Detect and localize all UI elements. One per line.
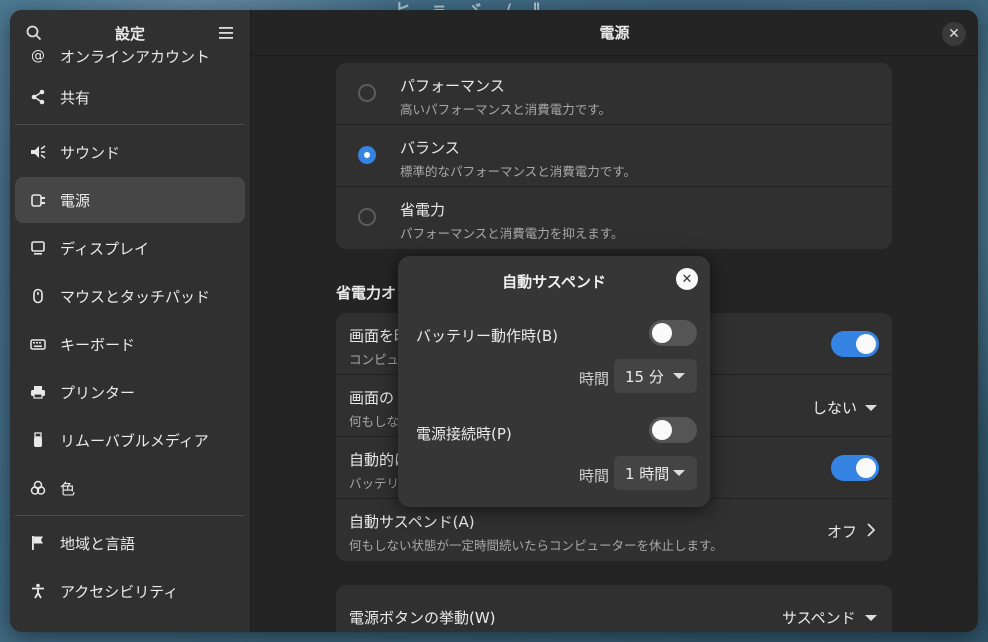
power-mode-card: パフォーマンス 高いパフォーマンスと消費電力です。 バランス 標準的なパフォーマ…	[336, 63, 892, 249]
display-icon	[29, 239, 47, 257]
switch-knob	[652, 323, 672, 343]
power-mode-row-power-saver[interactable]: 省電力 パフォーマンスと消費電力を抑えます。	[336, 187, 892, 249]
sidebar-item-label: サウンド	[60, 143, 121, 162]
sidebar-item-label: 色	[60, 479, 76, 498]
row-title: パフォーマンス	[400, 77, 505, 95]
auto-suspend-dialog: 自動サスペンド ✕ バッテリー動作時(B) 時間 15 分 電源接続時(P) 時…	[398, 256, 710, 507]
flag-icon	[29, 534, 47, 552]
radio-button-selected[interactable]	[358, 146, 376, 164]
sidebar-item-removable-media[interactable]: リムーバブルメディア	[15, 417, 245, 463]
chevron-down-icon	[865, 405, 877, 411]
radio-button[interactable]	[358, 208, 376, 226]
row-subtitle: 高いパフォーマンスと消費電力です。	[400, 102, 612, 117]
row-title: 省電力	[400, 201, 446, 219]
usb-icon	[29, 431, 47, 449]
dialog-title: 自動サスペンド	[502, 273, 606, 291]
chevron-right-icon	[867, 523, 876, 537]
mouse-icon	[29, 287, 47, 305]
auto-suspend-value: オフ	[827, 523, 858, 541]
chevron-down-icon	[673, 470, 685, 476]
power-button-card: 電源ボタンの挙動(W) サスペンド	[336, 585, 892, 632]
power-button-row[interactable]: 電源ボタンの挙動(W) サスペンド	[336, 585, 892, 632]
battery-suspend-switch[interactable]	[649, 320, 697, 346]
dropdown-value: 15 分	[625, 367, 664, 386]
sidebar-item-power[interactable]: 電源	[15, 177, 245, 223]
keyboard-icon	[29, 335, 47, 353]
row-title: バランス	[400, 139, 460, 157]
close-icon: ✕	[681, 271, 693, 287]
auto-suspend-row[interactable]: 自動サスペンド(A) 何もしない状態が一定時間続いたらコンピューターを休止します…	[336, 499, 892, 561]
sidebar-item-mouse[interactable]: マウスとタッチパッド	[15, 273, 245, 319]
sidebar-item-label: 地域と言語	[60, 534, 136, 553]
dim-screen-switch[interactable]	[831, 331, 879, 357]
printer-icon	[29, 383, 47, 401]
section-title-power-saving: 省電力オ	[336, 284, 397, 302]
plugged-in-time-dropdown[interactable]: 1 時間	[614, 456, 697, 490]
sidebar-item-label: オンラインアカウント	[60, 47, 211, 66]
chevron-down-icon	[673, 373, 685, 379]
close-icon: ✕	[948, 26, 960, 42]
window-close-button[interactable]: ✕	[942, 22, 966, 46]
sidebar-item-label: アクセシビリティ	[60, 582, 179, 601]
plugged-in-label: 電源接続時(P)	[416, 425, 512, 443]
sidebar-item-label: マウスとタッチパッド	[60, 287, 211, 306]
sidebar-item-label: 電源	[60, 191, 91, 210]
accessibility-icon	[29, 582, 47, 600]
row-title: 自動サスペンド(A)	[349, 513, 475, 531]
row-subtitle: 何もしない状態が一定時間続いたらコンピューターを休止します。	[349, 538, 723, 553]
battery-time-label: 時間	[579, 370, 610, 388]
battery-time-dropdown[interactable]: 15 分	[614, 359, 697, 393]
row-subtitle: 何もしな	[349, 414, 400, 429]
row-subtitle: 標準的なパフォーマンスと消費電力です。	[400, 164, 637, 179]
sidebar-item-accessibility[interactable]: アクセシビリティ	[15, 568, 245, 614]
sidebar-item-label: プリンター	[60, 383, 136, 402]
sidebar-item-label: ディスプレイ	[60, 239, 149, 258]
battery-label: バッテリー動作時(B)	[416, 327, 558, 345]
sidebar-item-sound[interactable]: サウンド	[15, 129, 245, 175]
switch-knob	[856, 458, 876, 478]
chevron-down-icon	[865, 615, 877, 621]
sidebar: 設定 @ オンラインアカウント 共有 サウンド 電源 ディスプレイ マウスとタッ…	[10, 10, 251, 632]
radio-button[interactable]	[358, 84, 376, 102]
plugged-in-time-label: 時間	[579, 467, 610, 485]
at-icon: @	[31, 48, 45, 64]
sidebar-item-label: リムーバブルメディア	[60, 431, 209, 450]
sidebar-item-region-language[interactable]: 地域と言語	[15, 520, 245, 566]
dropdown-value: 1 時間	[625, 464, 670, 483]
sidebar-separator	[15, 515, 245, 516]
sidebar-list: @ オンラインアカウント 共有 サウンド 電源 ディスプレイ マウスとタッチパッ…	[10, 40, 250, 616]
power-mode-row-balanced[interactable]: バランス 標準的なパフォーマンスと消費電力です。	[336, 125, 892, 187]
sidebar-item-color[interactable]: 色	[15, 465, 245, 511]
sidebar-item-online-accounts[interactable]: @ オンラインアカウント	[15, 40, 245, 72]
sidebar-item-display[interactable]: ディスプレイ	[15, 225, 245, 271]
dialog-close-button[interactable]: ✕	[676, 268, 698, 290]
row-title: 画面の	[349, 389, 395, 407]
row-subtitle: パフォーマンスと消費電力を抑えます。	[400, 226, 624, 241]
sidebar-item-keyboard[interactable]: キーボード	[15, 321, 245, 367]
speaker-icon	[29, 143, 47, 161]
row-subtitle: バッテリ	[349, 476, 400, 491]
sidebar-item-printers[interactable]: プリンター	[15, 369, 245, 415]
auto-power-saver-switch[interactable]	[831, 455, 879, 481]
plugged-in-suspend-switch[interactable]	[649, 417, 697, 443]
sidebar-separator	[15, 124, 245, 125]
screen-blank-value: しない	[812, 399, 858, 417]
hamburger-icon	[218, 27, 233, 39]
switch-knob	[856, 334, 876, 354]
sidebar-item-label: 共有	[60, 88, 91, 107]
power-button-value: サスペンド	[782, 609, 856, 627]
page-title: 電源	[251, 10, 978, 56]
switch-knob	[652, 420, 672, 440]
search-icon	[26, 25, 42, 41]
row-title: 電源ボタンの挙動(W)	[349, 609, 496, 627]
color-icon	[29, 479, 47, 497]
row-subtitle: コンピュ	[349, 352, 400, 367]
power-mode-row-performance[interactable]: パフォーマンス 高いパフォーマンスと消費電力です。	[336, 63, 892, 125]
sidebar-item-label: キーボード	[60, 335, 136, 354]
share-icon	[29, 88, 47, 106]
sidebar-item-sharing[interactable]: 共有	[15, 74, 245, 120]
power-plug-icon	[29, 191, 47, 209]
